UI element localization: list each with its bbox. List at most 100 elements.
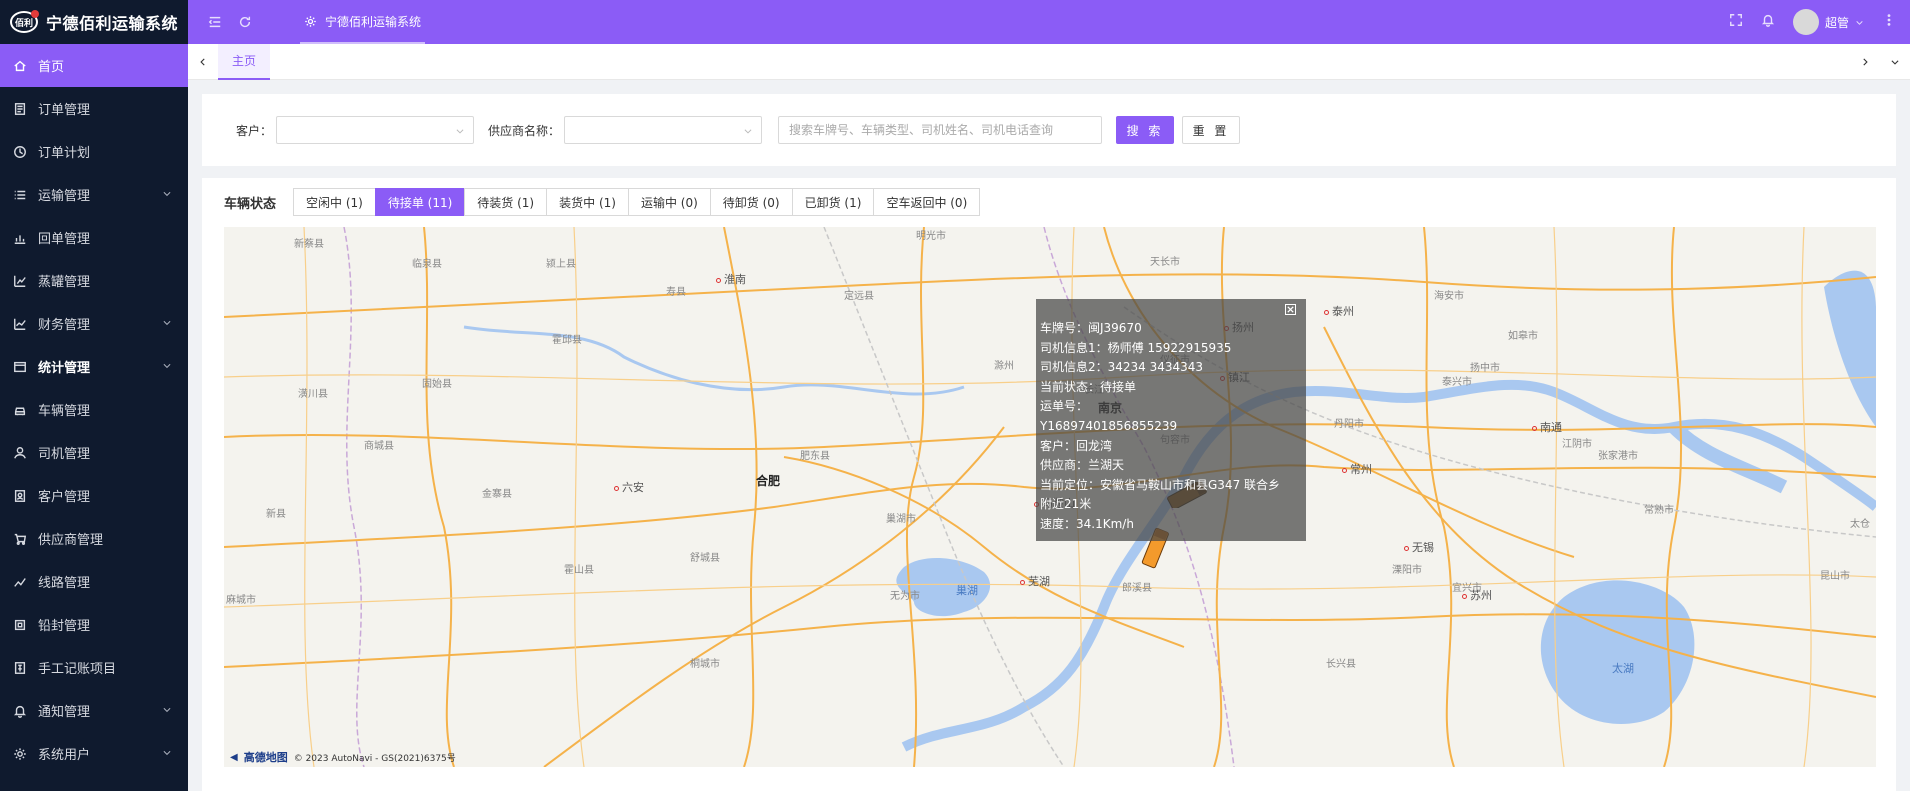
user-name: 超管 bbox=[1824, 15, 1849, 30]
city-name: 常熟市 bbox=[1644, 505, 1674, 516]
city-label: 六安 bbox=[614, 479, 644, 495]
sidebar-item-13[interactable]: 铅封管理 bbox=[0, 603, 188, 646]
chevron-down-icon bbox=[1856, 20, 1863, 25]
home-icon bbox=[12, 58, 28, 74]
sidebar-item-8[interactable]: 车辆管理 bbox=[0, 388, 188, 431]
more-icon[interactable] bbox=[1882, 13, 1896, 31]
city-name: 淮南 bbox=[724, 273, 746, 286]
user-menu[interactable]: 超管 bbox=[1792, 9, 1864, 35]
sidebar-item-12[interactable]: 线路管理 bbox=[0, 560, 188, 603]
supplier-select[interactable] bbox=[564, 116, 763, 144]
reset-button[interactable]: 重 置 bbox=[1182, 116, 1241, 144]
sidebar: 佰利 宁德佰利运输系统 首页订单管理订单计划 运输管理回单管理蒸罐管理 财务管理 统计… bbox=[0, 0, 188, 791]
close-icon[interactable] bbox=[1285, 304, 1296, 315]
sidebar-item-14[interactable]: 手工记账项目 bbox=[0, 646, 188, 689]
sidebar-item-11[interactable]: 供应商管理 bbox=[0, 517, 188, 560]
status-tab-5[interactable]: 待卸货 (0) bbox=[709, 188, 793, 216]
sidebar-item-5[interactable]: 蒸罐管理 bbox=[0, 259, 188, 302]
city-label: 泰州 bbox=[1324, 303, 1354, 319]
search-button[interactable]: 搜 索 bbox=[1116, 116, 1175, 144]
sidebar-item-0[interactable]: 首页 bbox=[0, 44, 188, 87]
city-name: 江阴市 bbox=[1562, 439, 1592, 450]
city-name: 南通 bbox=[1540, 421, 1562, 434]
avatar bbox=[1792, 9, 1819, 35]
sidebar-item-7[interactable]: 统计管理 bbox=[0, 345, 188, 388]
city-label: 张家港市 bbox=[1598, 447, 1638, 462]
popup-line: Y16897401856855239 bbox=[1040, 418, 1178, 433]
sidebar-item-16[interactable]: 系统用户 bbox=[0, 732, 188, 775]
sidebar-item-15[interactable]: 通知管理 bbox=[0, 689, 188, 732]
fullscreen-icon[interactable] bbox=[1729, 13, 1743, 31]
status-tab-7[interactable]: 空车返回中 (0) bbox=[873, 188, 981, 216]
city-label: 常州 bbox=[1342, 461, 1372, 477]
city-name: 巢湖市 bbox=[886, 514, 916, 525]
tabs-scroll-right-icon[interactable] bbox=[1850, 44, 1880, 80]
sidebar-item-1[interactable]: 订单管理 bbox=[0, 87, 188, 130]
gear-icon bbox=[12, 746, 28, 762]
city-name: 定远县 bbox=[844, 291, 874, 302]
vehicle-status-panel: 车辆状态 空闲中 (1) 待接单 (11) 待装货 (1) 装货中 (1) 运输中 (0… bbox=[202, 178, 1896, 791]
status-tabs: 空闲中 (1) 待接单 (11) 待装货 (1) 装货中 (1) 运输中 (0) 待卸货 … bbox=[293, 188, 981, 216]
city-name: 霍山县 bbox=[564, 565, 594, 576]
city-label: 麻城市 bbox=[226, 591, 256, 606]
city-name: 郎溪县 bbox=[1122, 583, 1152, 594]
bell-icon[interactable] bbox=[1761, 13, 1775, 31]
sidebar-item-10[interactable]: 客户管理 bbox=[0, 474, 188, 517]
popup-line: 当前状态：待接单 bbox=[1040, 379, 1137, 394]
vehicle-map[interactable]: 新蔡县临泉县颍上县淮南明光市天长市寿县定远县霍邱县泰州扬州海安市如皋市仪征市镇江… bbox=[224, 227, 1876, 767]
sidebar-item-label: 线路管理 bbox=[38, 576, 91, 591]
vehicle-search-input[interactable] bbox=[778, 116, 1103, 144]
collapse-menu-icon[interactable] bbox=[200, 0, 230, 44]
status-tab-3[interactable]: 装货中 (1) bbox=[546, 188, 629, 216]
app-logo[interactable]: 佰利 宁德佰利运输系统 bbox=[0, 0, 188, 44]
chevron-down-icon bbox=[162, 359, 172, 374]
order-icon bbox=[12, 101, 28, 117]
city-label: 合肥 bbox=[756, 472, 780, 489]
city-label: 新县 bbox=[266, 505, 286, 520]
vehicle-info-popup: 车牌号：闽J39670 司机信息1：杨师傅 15922915935 司机信息2：34… bbox=[1036, 299, 1306, 541]
status-tab-2[interactable]: 待装货 (1) bbox=[464, 188, 548, 216]
city-label: 定远县 bbox=[844, 287, 874, 302]
sidebar-item-3[interactable]: 运输管理 bbox=[0, 173, 188, 216]
sidebar-menu: 首页订单管理订单计划 运输管理回单管理蒸罐管理 财务管理 统计管理 车辆管理 司机管理客户… bbox=[0, 44, 188, 775]
city-name: 寿县 bbox=[666, 287, 686, 298]
city-name: 六安 bbox=[622, 481, 644, 494]
city-name: 临泉县 bbox=[412, 259, 442, 270]
sidebar-item-4[interactable]: 回单管理 bbox=[0, 216, 188, 259]
city-label: 潢川县 bbox=[298, 385, 328, 400]
sidebar-item-9[interactable]: 司机管理 bbox=[0, 431, 188, 474]
status-tab-0[interactable]: 空闲中 (1) bbox=[293, 188, 376, 216]
customer-select[interactable] bbox=[276, 116, 475, 144]
popup-line: 供应商：兰湖天 bbox=[1040, 458, 1125, 473]
map-brand: 高德地图 bbox=[243, 751, 288, 764]
tabs-scroll-left-icon[interactable] bbox=[188, 44, 218, 80]
city-name: 无锡 bbox=[1412, 541, 1434, 554]
sidebar-item-label: 回单管理 bbox=[38, 232, 91, 247]
refresh-icon[interactable] bbox=[230, 0, 260, 44]
stats-icon bbox=[12, 359, 28, 375]
map-copyright: © 2023 AutoNavi - GS(2021)6375号 bbox=[293, 753, 456, 764]
status-tab-6[interactable]: 已卸货 (1) bbox=[791, 188, 875, 216]
popup-line: 速度：34.1Km/h bbox=[1040, 516, 1134, 531]
city-label: 太仓 bbox=[1850, 515, 1870, 530]
header-system-tab[interactable]: 宁德佰利运输系统 bbox=[300, 0, 426, 44]
tabs-dropdown-icon[interactable] bbox=[1880, 44, 1910, 80]
sidebar-item-6[interactable]: 财务管理 bbox=[0, 302, 188, 345]
lake-label-taihu: 太湖 bbox=[1612, 662, 1634, 675]
user-icon bbox=[12, 445, 28, 461]
city-name: 泰兴市 bbox=[1442, 377, 1472, 388]
popup-line: 司机信息2：34234 3434343 bbox=[1040, 360, 1204, 375]
status-tab-4[interactable]: 运输中 (0) bbox=[627, 188, 711, 216]
sidebar-item-label: 客户管理 bbox=[38, 490, 91, 505]
sidebar-item-label: 订单管理 bbox=[38, 103, 91, 118]
city-name: 霍邱县 bbox=[552, 335, 582, 346]
city-label: 丹阳市 bbox=[1334, 415, 1364, 430]
city-marker-icon bbox=[716, 277, 721, 283]
city-marker-icon bbox=[1532, 425, 1537, 431]
city-name: 新县 bbox=[266, 509, 286, 520]
seal-icon bbox=[12, 617, 28, 633]
sidebar-item-2[interactable]: 订单计划 bbox=[0, 130, 188, 173]
city-name: 明光市 bbox=[916, 231, 946, 242]
tab-home[interactable]: 主页 bbox=[218, 43, 271, 80]
status-tab-1[interactable]: 待接单 (11) bbox=[374, 188, 466, 216]
